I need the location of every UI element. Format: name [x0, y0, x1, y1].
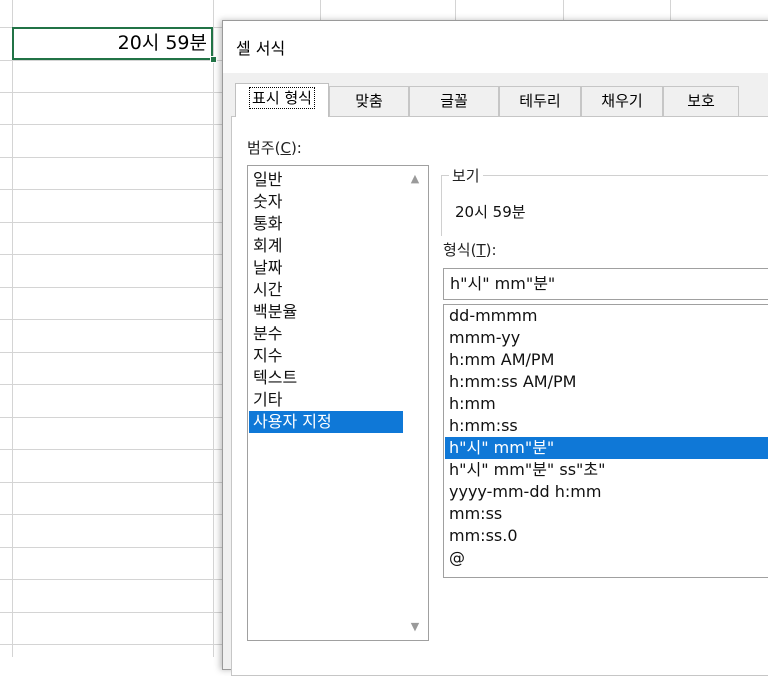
category-item-text[interactable]: 텍스트 [249, 367, 403, 389]
sample-legend: 보기 [449, 165, 483, 186]
tab-alignment[interactable]: 맞춤 [329, 86, 409, 116]
grid-line [0, 254, 222, 255]
grid-line [0, 449, 222, 450]
tab-font[interactable]: 글꼴 [409, 86, 499, 116]
grid-line [0, 157, 222, 158]
format-item[interactable]: h"시" mm"분" ss"초" [445, 459, 768, 481]
tab-label: 채우기 [601, 92, 643, 110]
grid-line [0, 189, 222, 190]
category-item-percentage[interactable]: 백분율 [249, 301, 403, 323]
format-item-selected[interactable]: h"시" mm"분" [445, 437, 768, 459]
category-item-general[interactable]: 일반 [249, 169, 403, 191]
category-label: 범주(C): [247, 139, 302, 157]
format-item[interactable]: mmm-yy [445, 327, 768, 349]
tab-protection[interactable]: 보호 [663, 86, 739, 116]
category-item-date[interactable]: 날짜 [249, 257, 403, 279]
format-type-list[interactable]: dd-mmmm mmm-yy h:mm AM/PM h:mm:ss AM/PM … [443, 304, 768, 578]
grid-line [0, 60, 222, 61]
fill-handle[interactable] [210, 56, 217, 63]
format-item[interactable]: h:mm:ss [445, 415, 768, 437]
format-cells-dialog: 셀 서식 표시 형식 맞춤 글꼴 테두리 채우기 보호 범주(C): 일반 숫자… [222, 20, 768, 676]
format-item[interactable]: h:mm [445, 393, 768, 415]
grid-line [0, 417, 222, 418]
tab-label: 테두리 [519, 92, 561, 110]
category-item-time[interactable]: 시간 [249, 279, 403, 301]
grid-line [0, 222, 222, 223]
category-item-custom[interactable]: 사용자 지정 [249, 411, 403, 433]
category-item-special[interactable]: 기타 [249, 389, 403, 411]
format-type-input[interactable]: h"시" mm"분" [443, 268, 768, 300]
grid-line [0, 612, 222, 613]
format-label: 형식(T): [443, 241, 497, 259]
grid-line [0, 384, 222, 385]
tab-strip: 표시 형식 맞춤 글꼴 테두리 채우기 보호 [223, 81, 768, 117]
grid-line [0, 514, 222, 515]
grid-line [0, 287, 222, 288]
format-item[interactable]: dd-mmmm [445, 305, 768, 327]
grid-line [12, 0, 13, 657]
category-item-number[interactable]: 숫자 [249, 191, 403, 213]
tab-label: 글꼴 [440, 92, 468, 110]
format-item[interactable]: mm:ss [445, 503, 768, 525]
format-item[interactable]: mm:ss.0 [445, 525, 768, 547]
category-item-accounting[interactable]: 회계 [249, 235, 403, 257]
dialog-titlebar[interactable]: 셀 서식 [223, 21, 768, 73]
grid-line [0, 644, 222, 645]
category-item-scientific[interactable]: 지수 [249, 345, 403, 367]
tab-fill[interactable]: 채우기 [581, 86, 663, 116]
grid-line [0, 352, 222, 353]
category-item-currency[interactable]: 통화 [249, 213, 403, 235]
sample-value: 20시 59분 [455, 203, 526, 221]
category-list[interactable]: 일반 숫자 통화 회계 날짜 시간 백분율 분수 지수 텍스트 기타 사용자 지… [247, 165, 429, 641]
tab-label: 표시 형식 [249, 87, 315, 109]
grid-line [0, 92, 222, 93]
tab-label: 보호 [687, 92, 715, 110]
tab-label: 맞춤 [355, 92, 383, 110]
grid-line [213, 0, 214, 657]
chevron-down-icon[interactable]: ▼ [408, 620, 422, 634]
grid-line [0, 547, 222, 548]
grid-line [0, 124, 222, 125]
chevron-up-icon[interactable]: ▲ [408, 172, 422, 186]
category-item-fraction[interactable]: 분수 [249, 323, 403, 345]
dialog-title: 셀 서식 [236, 39, 286, 58]
active-cell[interactable]: 20시 59분 [12, 27, 213, 60]
format-item[interactable]: @ [445, 547, 768, 569]
tab-border[interactable]: 테두리 [499, 86, 581, 116]
grid-line [0, 482, 222, 483]
tab-number[interactable]: 표시 형식 [235, 83, 329, 117]
format-item[interactable]: h:mm:ss AM/PM [445, 371, 768, 393]
grid-line [0, 319, 222, 320]
format-item[interactable]: yyyy-mm-dd h:mm [445, 481, 768, 503]
grid-line [0, 579, 222, 580]
format-item[interactable]: h:mm AM/PM [445, 349, 768, 371]
